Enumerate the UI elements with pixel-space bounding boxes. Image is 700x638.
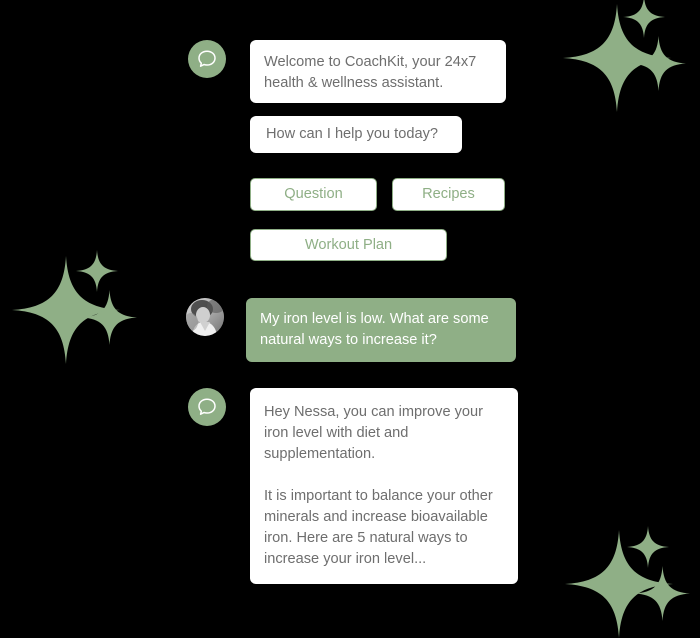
user-photo-avatar (186, 298, 224, 336)
message-row-user: My iron level is low. What are some natu… (186, 298, 516, 362)
assistant-avatar (188, 388, 226, 426)
assistant-avatar (188, 40, 226, 78)
message-row-reply: Hey Nessa, you can improve your iron lev… (188, 388, 518, 584)
assistant-message-bubble: Welcome to CoachKit, your 24x7 health & … (250, 40, 506, 103)
user-avatar (186, 298, 224, 336)
app-canvas: Welcome to CoachKit, your 24x7 health & … (0, 0, 700, 638)
chat-conversation: Welcome to CoachKit, your 24x7 health & … (0, 0, 700, 612)
quick-reply-question[interactable]: Question (250, 178, 377, 211)
quick-reply-workout-plan[interactable]: Workout Plan (250, 229, 447, 261)
user-message-bubble: My iron level is low. What are some natu… (246, 298, 516, 362)
chat-bubble-icon (198, 398, 216, 415)
quick-reply-recipes[interactable]: Recipes (392, 178, 505, 211)
chat-bubble-icon (198, 50, 216, 67)
assistant-message-bubble: How can I help you today? (250, 116, 462, 153)
assistant-message-bubble: Hey Nessa, you can improve your iron lev… (250, 388, 518, 584)
message-row-welcome: Welcome to CoachKit, your 24x7 health & … (188, 40, 506, 103)
